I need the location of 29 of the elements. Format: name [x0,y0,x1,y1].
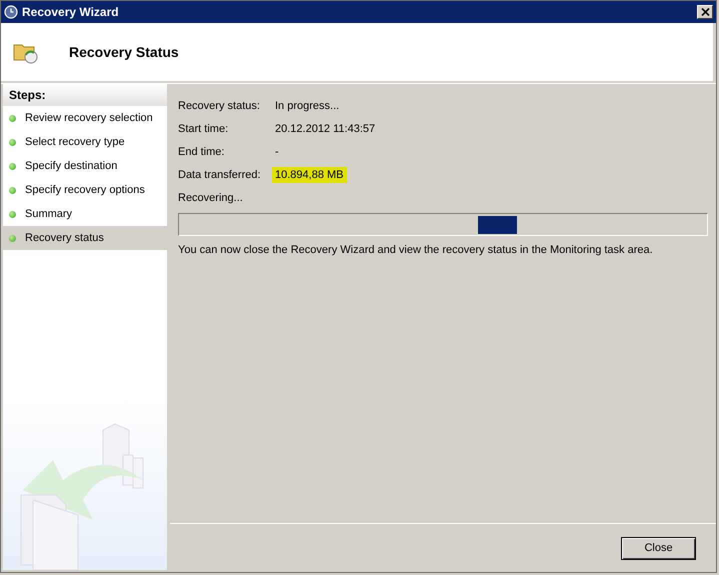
status-dot-icon [9,138,16,146]
field-label: Start time: [178,122,230,134]
status-dot-icon [9,186,16,194]
field-value: 20.12.2012 11:43:57 [274,122,376,136]
field-label: End time: [178,146,226,158]
step-item[interactable]: Specify recovery options [3,178,167,202]
step-item[interactable]: Summary [3,202,167,226]
step-item[interactable]: Review recovery selection [3,106,167,130]
field-value: In progress... [274,98,340,114]
field-label: Data transferred: [178,168,262,180]
step-item[interactable]: Specify destination [3,154,167,178]
status-dot-icon [9,114,16,122]
status-dot-icon [9,234,16,242]
step-item[interactable]: Select recovery type [3,130,167,154]
info-message: You can now close the Recovery Wizard and view the recovery status in the Monitoring task area. [178,244,654,256]
field-label: Recovery status: [178,100,261,112]
field-value: - [274,144,280,160]
page-title: Recovery Status [69,44,179,60]
close-button[interactable] [697,5,713,19]
window-title: Recovery Wizard [22,5,120,19]
progress-label: Recovering... [178,192,244,204]
clock-icon [4,5,18,19]
status-dot-icon [9,210,16,218]
status-dot-icon [9,162,16,170]
steps-heading: Steps: [3,84,167,106]
close-icon [700,8,710,16]
field-value: 10.894,88 MB [272,166,346,182]
step-item[interactable]: Recovery status [3,226,167,250]
close-button[interactable]: Close [621,536,696,560]
